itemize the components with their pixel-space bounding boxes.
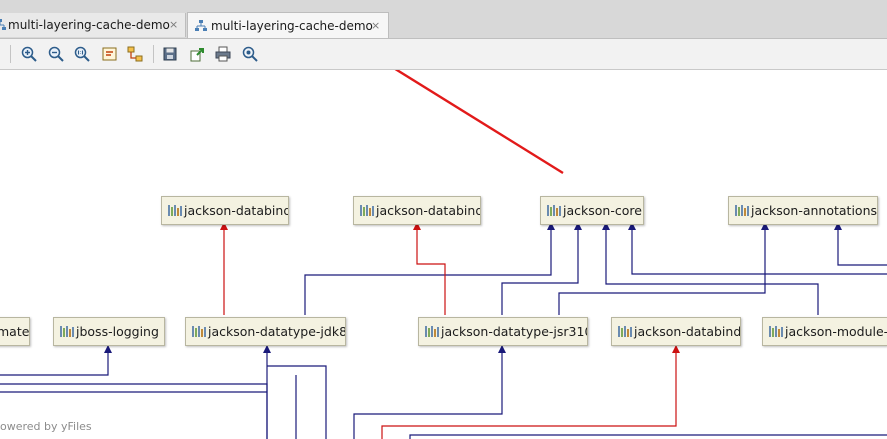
node-label: mate	[0, 324, 30, 339]
tab-bar-top	[0, 0, 887, 12]
node-jackson-databind[interactable]: jackson-databind	[353, 196, 481, 225]
node-jackson-databind[interactable]: jackson-databind	[161, 196, 289, 225]
annotation-arrow	[394, 70, 564, 175]
node-jackson-module-parameter-names[interactable]: jackson-module-p	[762, 317, 887, 346]
zoom-in-icon[interactable]	[21, 46, 37, 62]
library-icon	[60, 326, 74, 337]
library-icon	[547, 205, 561, 216]
node-jackson-databind[interactable]: jackson-databind	[611, 317, 741, 346]
node-label: jackson-module-p	[785, 324, 887, 339]
settings-icon[interactable]	[242, 46, 258, 62]
edge-jsr310-to-annotations	[558, 222, 769, 315]
library-icon	[192, 326, 206, 337]
yfiles-watermark: owered by yFiles	[0, 420, 92, 433]
export-icon[interactable]	[189, 46, 205, 62]
node-label: jackson-annotations	[751, 203, 878, 218]
node-jackson-core[interactable]: jackson-core	[540, 196, 644, 225]
library-icon	[360, 205, 374, 216]
edge-module-to-core	[602, 222, 819, 315]
node-label: jackson-databind	[184, 203, 289, 218]
edge-to-jsr310	[353, 345, 506, 439]
node-label: jackson-core	[563, 203, 642, 218]
save-icon[interactable]	[162, 46, 178, 62]
editor-tab-bar: multi-layering-cache-demo × multi-layeri…	[0, 0, 887, 39]
library-icon	[425, 326, 439, 337]
node-jboss-logging[interactable]: jboss-logging	[53, 317, 165, 346]
edge-to-jboss-logging	[0, 345, 112, 376]
diagram-edges	[0, 70, 887, 439]
library-icon	[769, 326, 783, 337]
diagram-icon	[195, 20, 207, 31]
library-icon	[618, 326, 632, 337]
edge-jsr310-to-databind	[413, 222, 446, 315]
toolbar-separator	[10, 45, 11, 63]
edge-jsr310-to-core	[501, 222, 582, 315]
print-icon[interactable]	[215, 46, 231, 62]
node-jackson-datatype-jdk8[interactable]: jackson-datatype-jdk8	[185, 317, 346, 346]
tab-label: multi-layering-cache-demo	[211, 19, 373, 33]
toolbar-separator	[153, 45, 154, 63]
node-jackson-annotations[interactable]: jackson-annotations	[728, 196, 878, 225]
diagram-icon	[0, 19, 6, 30]
library-icon	[735, 205, 749, 216]
actual-size-icon[interactable]	[74, 46, 90, 62]
tab-close-icon[interactable]: ×	[371, 14, 380, 38]
node-label: jboss-logging	[76, 324, 159, 339]
edge-bottom-right	[409, 434, 887, 439]
edge-to-databind-middle	[381, 345, 680, 439]
edge-right-to-annotations	[834, 222, 887, 266]
edge-right-to-core	[628, 222, 887, 275]
tab-label: multi-layering-cache-demo	[8, 18, 170, 32]
node-label: jackson-databind	[634, 324, 741, 339]
diagram-toolbar	[0, 39, 887, 70]
node-label: jackson-datatype-jdk8	[208, 324, 346, 339]
fit-content-icon[interactable]	[102, 46, 118, 62]
node-label: jackson-databind	[376, 203, 481, 218]
library-icon	[168, 205, 182, 216]
tab-diagram-2[interactable]: multi-layering-cache-demo ×	[187, 12, 389, 38]
dependency-diagram-canvas[interactable]: jackson-databind jackson-databind jackso…	[0, 70, 887, 439]
edge-jdk8-to-core	[304, 222, 555, 315]
tab-close-icon[interactable]: ×	[169, 13, 178, 37]
layout-icon[interactable]	[127, 46, 143, 62]
zoom-out-icon[interactable]	[48, 46, 64, 62]
tab-diagram-1[interactable]: multi-layering-cache-demo ×	[0, 13, 186, 37]
node-jackson-datatype-jsr310[interactable]: jackson-datatype-jsr310	[418, 317, 588, 346]
node-hibernate-validator[interactable]: mate	[0, 317, 30, 346]
node-label: jackson-datatype-jsr310	[441, 324, 588, 339]
